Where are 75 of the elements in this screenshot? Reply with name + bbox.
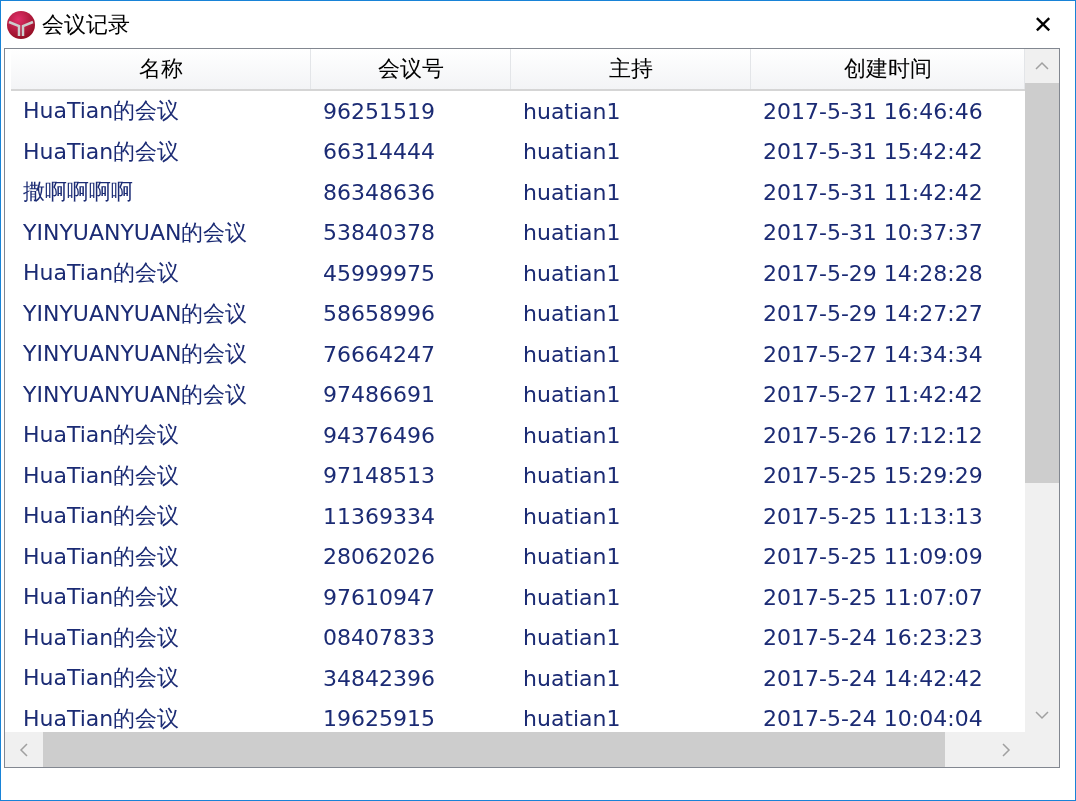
table-cell-text: huatian1 — [522, 341, 622, 367]
table-cell-text: 2017-5-27 11:42:42 — [762, 382, 984, 408]
app-logo-icon — [6, 9, 36, 40]
scroll-right-icon[interactable] — [999, 742, 1013, 757]
table-cell-text: YINYUANYUAN的会议 — [22, 299, 249, 328]
scroll-down-icon[interactable] — [1035, 708, 1049, 722]
table-cell-text: huatian1 — [522, 179, 622, 205]
table-cell-text: 2017-5-29 14:28:28 — [762, 260, 984, 286]
table-cell-text: 2017-5-24 14:42:42 — [762, 665, 984, 691]
table-cell-text: 2017-5-29 14:27:27 — [762, 301, 984, 327]
table-cell-text: huatian1 — [522, 463, 622, 489]
table-cell-text: 97610947 — [322, 584, 436, 610]
table-cell-text: HuaTian的会议 — [22, 502, 181, 531]
table-cell-text: huatian1 — [522, 625, 622, 651]
table-cell-text: HuaTian的会议 — [22, 583, 181, 612]
table-cell-text: 86348636 — [322, 179, 436, 205]
table-cell-text: huatian1 — [522, 503, 622, 529]
close-button[interactable]: ✕ — [1015, 1, 1071, 48]
column-header[interactable]: 主持 — [511, 49, 751, 89]
table-cell-text: 2017-5-24 10:04:04 — [762, 706, 984, 732]
column-header[interactable]: 会议号 — [311, 49, 511, 89]
table-cell-text: 2017-5-24 16:23:23 — [762, 625, 984, 651]
table-cell-text: HuaTian的会议 — [22, 664, 181, 693]
vertical-scrollbar[interactable] — [1025, 49, 1059, 732]
table-cell-text: 2017-5-25 11:09:09 — [762, 544, 984, 570]
table-cell-text: huatian1 — [522, 544, 622, 570]
table-cell-text: 2017-5-31 16:46:46 — [762, 98, 984, 124]
table-cell-text: huatian1 — [522, 665, 622, 691]
table-cell-text: HuaTian的会议 — [22, 259, 181, 288]
table-cell-text: YINYUANYUAN的会议 — [22, 380, 249, 409]
table-cell-text: HuaTian的会议 — [22, 137, 181, 166]
table-cell-text: huatian1 — [522, 98, 622, 124]
table-cell-text: HuaTian的会议 — [22, 542, 181, 571]
scrollbar-thumb[interactable] — [1025, 83, 1059, 483]
table-cell-text: HuaTian的会议 — [22, 97, 181, 126]
table-cell-text: 94376496 — [322, 422, 436, 448]
column-header[interactable]: 名称 — [11, 49, 311, 89]
table-cell-text: huatian1 — [522, 260, 622, 286]
table-cell-text: 11369334 — [322, 503, 436, 529]
table-cell-text: 97148513 — [322, 463, 436, 489]
table-cell-text: 2017-5-31 11:42:42 — [762, 179, 984, 205]
table-cell-text: huatian1 — [522, 706, 622, 732]
window-title: 会议记录 — [42, 10, 131, 39]
table-cell-text: 76664247 — [322, 341, 436, 367]
table-cell-text: 08407833 — [322, 625, 436, 651]
table-cell-text: 34842396 — [322, 665, 436, 691]
table-cell-text: 28062026 — [322, 544, 436, 570]
table-cell-text: YINYUANYUAN的会议 — [22, 340, 249, 369]
table-cell-text: 53840378 — [322, 220, 436, 246]
table-cell-text: huatian1 — [522, 382, 622, 408]
table-cell-text: 2017-5-27 14:34:34 — [762, 341, 984, 367]
table-cell-text: huatian1 — [522, 584, 622, 610]
scroll-left-icon[interactable] — [17, 742, 31, 757]
table-cell-text: 2017-5-25 15:29:29 — [762, 463, 984, 489]
table-cell-text: 2017-5-31 15:42:42 — [762, 139, 984, 165]
table-cell-text: HuaTian的会议 — [22, 461, 181, 490]
table-cell-text: HuaTian的会议 — [22, 704, 181, 732]
table-cell-text: 66314444 — [322, 139, 436, 165]
table-cell-text: 45999975 — [322, 260, 436, 286]
table-cell-text: huatian1 — [522, 139, 622, 165]
table-cell-text: 96251519 — [322, 98, 436, 124]
table-cell-text: huatian1 — [522, 220, 622, 246]
table-cell-text: huatian1 — [522, 422, 622, 448]
table-cell-text: 2017-5-25 11:07:07 — [762, 584, 984, 610]
table-cell-text: 撒啊啊啊啊 — [22, 178, 134, 207]
table-cell-text: HuaTian的会议 — [22, 623, 181, 652]
table-cell-text: 2017-5-26 17:12:12 — [762, 422, 984, 448]
table-cell-text: 2017-5-25 11:13:13 — [762, 503, 984, 529]
table-cell-text: 19625915 — [322, 706, 436, 732]
table-cell-text: 58658996 — [322, 301, 436, 327]
table-cell-text: huatian1 — [522, 301, 622, 327]
table-cell-text: HuaTian的会议 — [22, 421, 181, 450]
table-cell-text: 97486691 — [322, 382, 436, 408]
table-cell-text: YINYUANYUAN的会议 — [22, 218, 249, 247]
table-cell-text: 2017-5-31 10:37:37 — [762, 220, 984, 246]
